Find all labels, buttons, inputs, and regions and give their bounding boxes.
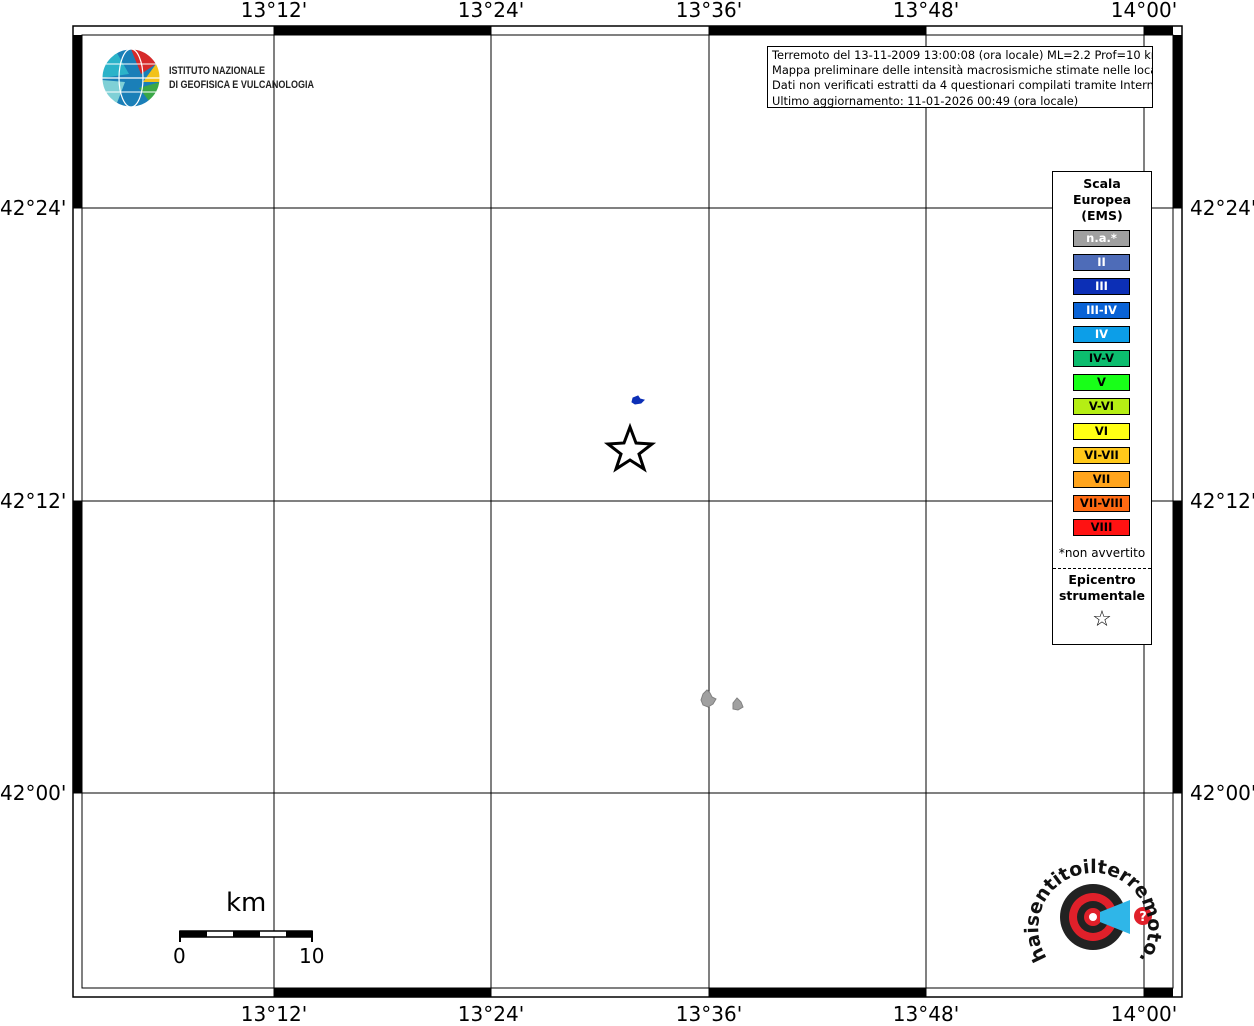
legend-swatch: VI	[1073, 423, 1130, 440]
legend-title: Scala Europea (EMS)	[1053, 176, 1151, 224]
scale-bar	[179, 930, 313, 942]
legend-swatch: III-IV	[1073, 302, 1130, 319]
lat-tick-label: 42°24'	[1190, 196, 1254, 220]
event-info-line: Ultimo aggiornamento: 11-01-2026 00:49 (…	[772, 93, 1079, 108]
event-info-line: Terremoto del 13-11-2009 13:00:08 (ora l…	[772, 48, 1153, 62]
legend-epicenter-line: strumentale	[1058, 588, 1146, 603]
lat-tick-label: 42°00'	[0, 781, 67, 805]
lon-tick-label: 14°00'	[1110, 1002, 1178, 1026]
lon-tick-label: 13°12'	[240, 1002, 308, 1026]
epicenter-star-icon	[603, 422, 657, 473]
legend-title-line: Europea	[1072, 192, 1132, 207]
haisentito-logo-icon: ? haisentitoilterremoto.it	[0, 0, 1165, 968]
lon-tick-label: 13°48'	[892, 0, 960, 22]
legend-swatch: V-VI	[1073, 398, 1130, 415]
scale-unit: km	[226, 888, 267, 918]
legend-note: *non avvertito	[1058, 546, 1146, 560]
lat-tick-label: 42°24'	[0, 196, 67, 220]
locality-intensity-na	[732, 697, 744, 711]
ingv-logo-line: DI GEOFISICA E VULCANOLOGIA	[169, 79, 314, 91]
legend-star-icon: ☆	[1092, 607, 1112, 632]
legend-swatch: n.a.*	[1073, 230, 1130, 247]
legend-swatch: IV-V	[1073, 350, 1130, 367]
lon-tick-label: 13°36'	[675, 1002, 743, 1026]
event-info-line: Dati non verificati estratti da 4 questi…	[772, 78, 1153, 93]
lon-tick-label: 13°24'	[457, 0, 525, 22]
legend-swatch: II	[1073, 254, 1130, 271]
event-info-line: Mappa preliminare delle intensità macros…	[772, 63, 1153, 78]
ingv-logo-text: ISTITUTO NAZIONALE DI GEOFISICA E VULCAN…	[169, 64, 314, 92]
legend-swatch: IV	[1073, 326, 1130, 343]
ingv-logo-line: ISTITUTO NAZIONALE	[169, 65, 266, 77]
legend-swatch: VI-VII	[1073, 447, 1130, 464]
legend-title-line: (EMS)	[1081, 208, 1123, 223]
locality-intensity-iii	[631, 395, 645, 405]
scale-start: 0	[173, 944, 186, 968]
ems-legend: Scala Europea (EMS) n.a.* II III III-IV …	[1052, 171, 1152, 645]
legend-swatch: VII	[1073, 471, 1130, 488]
lon-tick-label: 13°12'	[240, 0, 308, 22]
lat-tick-label: 42°12'	[0, 489, 67, 513]
lon-tick-label: 14°00'	[1110, 0, 1178, 22]
ingv-globe-icon	[101, 48, 161, 108]
legend-epicenter-line: Epicentro	[1068, 572, 1136, 587]
lat-tick-label: 42°12'	[1190, 489, 1254, 513]
lon-tick-label: 13°48'	[892, 1002, 960, 1026]
legend-swatch: III	[1073, 278, 1130, 295]
lon-tick-label: 13°36'	[675, 0, 743, 22]
lat-tick-label: 42°00'	[1190, 781, 1254, 805]
legend-title-line: Scala	[1083, 176, 1121, 191]
legend-separator	[1053, 568, 1151, 569]
svg-text:haisentitoilterremoto.it: haisentitoilterremoto.it	[0, 0, 1165, 968]
legend-epicenter-label: Epicentro strumentale	[1053, 572, 1151, 604]
locality-intensity-na	[700, 689, 717, 708]
event-info-box: Terremoto del 13-11-2009 13:00:08 (ora l…	[767, 46, 1153, 108]
scale-end: 10	[299, 944, 325, 968]
map-border-bars	[73, 26, 1182, 997]
haisentito-logo-text: haisentitoilterremoto.it	[0, 0, 1165, 968]
legend-swatch: VIII	[1073, 519, 1130, 536]
lon-tick-label: 13°24'	[457, 1002, 525, 1026]
map-graticule	[73, 26, 1182, 997]
legend-swatch: V	[1073, 374, 1130, 391]
legend-swatch: VII-VIII	[1073, 495, 1130, 512]
